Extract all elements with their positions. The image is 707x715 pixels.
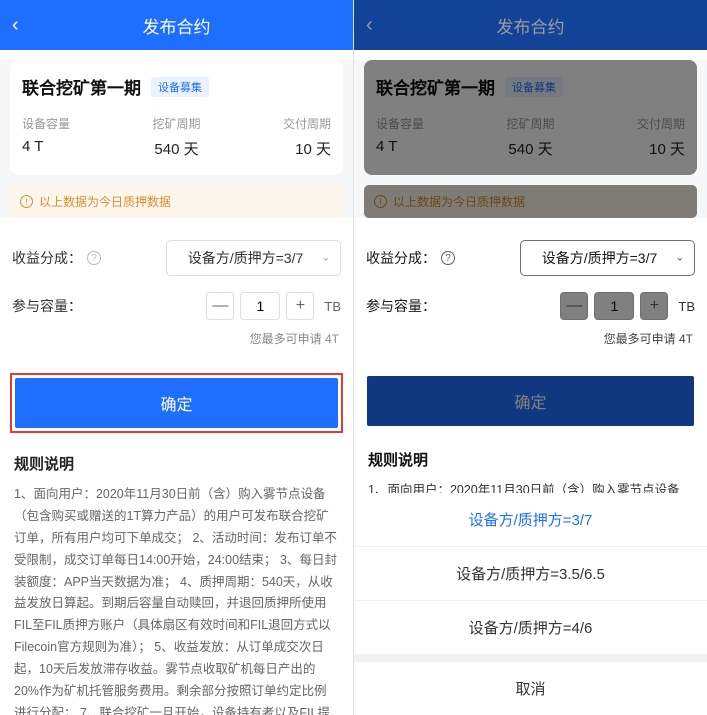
help-icon[interactable]: ? <box>87 251 101 265</box>
profit-select[interactable]: 设备方/质押方=3/7 ⌄ <box>166 240 341 276</box>
product-title: 联合挖矿第一期 <box>22 74 141 99</box>
info-icon: ! <box>374 195 387 208</box>
stat-period: 挖矿周期 540 天 <box>125 115 228 159</box>
chevron-down-icon: ⌄ <box>322 253 330 264</box>
product-title: 联合挖矿第一期 <box>376 74 495 99</box>
profit-select: 设备方/质押方=3/7 ⌄ <box>520 240 695 276</box>
rules-section: 规则说明 1、面向用户：2020年11月30日前（含）购入雾节点设备（包含购买或… <box>0 447 353 715</box>
notice-banner: ! 以上数据为今日质押数据 <box>10 185 343 218</box>
product-card: 联合挖矿第一期 设备募集 设备容量 4 T 挖矿周期 540 天 交付周期 10… <box>10 60 343 175</box>
panel-main: ‹ 发布合约 联合挖矿第一期 设备募集 设备容量 4 T 挖矿周期 540 天 … <box>0 0 354 715</box>
info-icon: ! <box>20 195 33 208</box>
capacity-unit: TB <box>324 299 341 314</box>
notice-banner: ! 以上数据为今日质押数据 <box>364 185 697 218</box>
notice-text: 以上数据为今日质押数据 <box>39 193 171 210</box>
status-tag: 设备募集 <box>505 77 563 97</box>
capacity-hint: 您最多可申请 4T <box>0 328 353 359</box>
sheet-cancel[interactable]: 取消 <box>354 662 707 715</box>
panel-picker: ‹ 发布合约 联合挖矿第一期 设备募集 设备容量4 T 挖矿周期540 天 交付… <box>354 0 707 715</box>
rules-title: 规则说明 <box>14 453 339 474</box>
stat-delivery: 交付周期 10 天 <box>228 115 331 159</box>
profit-share-row: 收益分成： ? 设备方/质押方=3/7 ⌄ <box>0 232 353 284</box>
sheet-option-1[interactable]: 设备方/质押方=3/7 <box>354 493 707 547</box>
chevron-down-icon: ⌄ <box>676 253 684 264</box>
product-card: 联合挖矿第一期 设备募集 设备容量4 T 挖矿周期540 天 交付周期10 天 <box>364 60 697 175</box>
confirm-highlight: 确定 <box>10 373 343 433</box>
back-icon[interactable]: ‹ <box>366 14 373 37</box>
profit-label: 收益分成： ? <box>12 248 101 268</box>
capacity-row: 参与容量： — + TB <box>0 284 353 328</box>
capacity-stepper: — + TB <box>206 292 341 320</box>
profit-action-sheet: 设备方/质押方=3/7 设备方/质押方=3.5/6.5 设备方/质押方=4/6 … <box>354 493 707 715</box>
header-title: 发布合约 <box>497 13 565 38</box>
help-icon: ? <box>441 251 455 265</box>
stepper-minus[interactable]: — <box>206 292 234 320</box>
status-tag: 设备募集 <box>151 77 209 97</box>
stepper-plus[interactable]: + <box>286 292 314 320</box>
back-icon[interactable]: ‹ <box>12 14 19 37</box>
confirm-button[interactable]: 确定 <box>15 378 338 428</box>
header: ‹ 发布合约 <box>0 0 353 50</box>
capacity-input[interactable] <box>240 292 280 320</box>
confirm-button: 确定 <box>367 376 694 426</box>
header: ‹ 发布合约 <box>354 0 707 50</box>
capacity-label: 参与容量： <box>12 296 82 316</box>
header-title: 发布合约 <box>143 13 211 38</box>
sheet-option-3[interactable]: 设备方/质押方=4/6 <box>354 601 707 655</box>
stat-capacity: 设备容量 4 T <box>22 115 125 159</box>
rules-body: 1、面向用户：2020年11月30日前（含）购入雾节点设备（包含购买或赠送的1T… <box>14 484 339 715</box>
sheet-option-2[interactable]: 设备方/质押方=3.5/6.5 <box>354 547 707 601</box>
